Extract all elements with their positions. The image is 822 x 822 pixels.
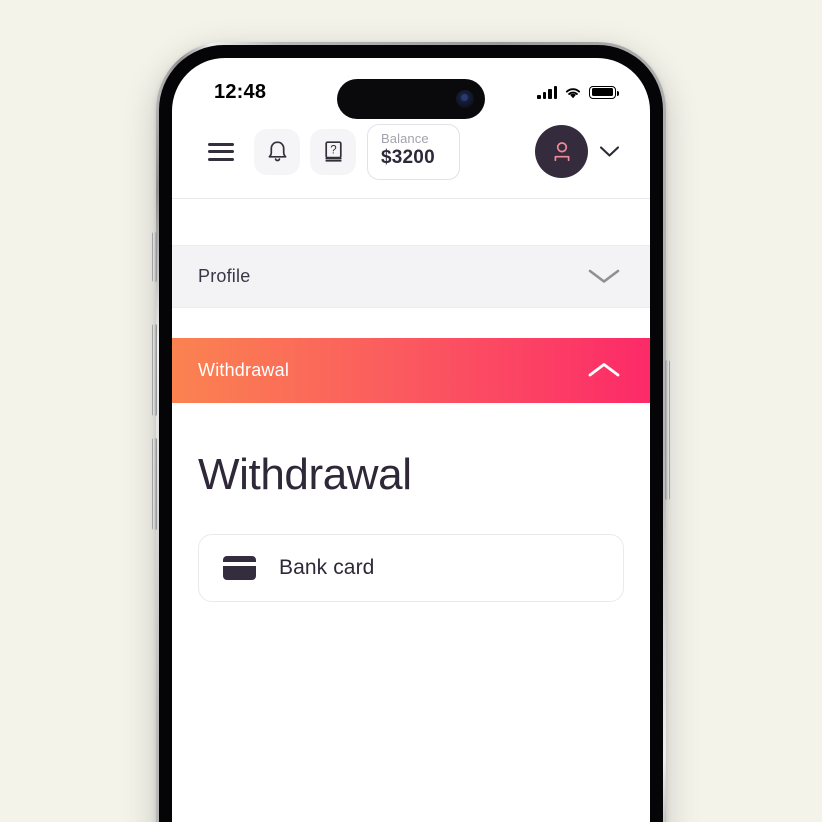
app-header: ? Balance $3200 bbox=[172, 116, 650, 198]
hamburger-menu-icon[interactable] bbox=[208, 142, 234, 161]
battery-icon bbox=[589, 85, 619, 99]
withdrawal-method-label: Bank card bbox=[279, 556, 375, 580]
nav-gap bbox=[172, 307, 650, 338]
front-camera-icon bbox=[456, 90, 474, 108]
sidebar-item-label: Withdrawal bbox=[198, 359, 290, 380]
chevron-down-icon bbox=[599, 146, 620, 157]
withdrawal-method-list: Bank card bbox=[198, 534, 624, 603]
status-bar-time: 12:48 bbox=[214, 80, 267, 103]
avatar[interactable] bbox=[535, 125, 588, 179]
chevron-down-icon bbox=[588, 269, 620, 284]
sidebar-item-label: Profile bbox=[198, 265, 251, 286]
bank-card-icon bbox=[223, 556, 256, 581]
account-controls bbox=[535, 125, 624, 179]
phone-bezel: 12:48 ? Balance $3200 Profile Withdrawal… bbox=[159, 45, 663, 822]
balance-label: Balance bbox=[381, 131, 429, 146]
sidebar-item-withdrawal[interactable]: Withdrawal bbox=[172, 337, 650, 403]
dynamic-island bbox=[337, 79, 485, 119]
power-button[interactable] bbox=[665, 360, 670, 500]
notifications-button[interactable] bbox=[254, 128, 300, 175]
svg-text:?: ? bbox=[330, 145, 336, 157]
balance-value: $3200 bbox=[381, 146, 435, 168]
cellular-signal-icon bbox=[537, 85, 557, 99]
help-button[interactable]: ? bbox=[310, 128, 356, 175]
accordion-nav: Profile Withdrawal bbox=[172, 244, 650, 403]
volume-down-button[interactable] bbox=[152, 438, 157, 530]
phone-screen: 12:48 ? Balance $3200 Profile Withdrawal… bbox=[172, 58, 650, 822]
status-bar-indicators bbox=[537, 85, 619, 99]
chevron-up-icon bbox=[588, 363, 620, 377]
action-button[interactable] bbox=[152, 232, 157, 282]
wifi-icon bbox=[565, 87, 581, 98]
balance-card[interactable]: Balance $3200 bbox=[367, 124, 460, 180]
page-title: Withdrawal bbox=[198, 449, 412, 499]
bell-icon bbox=[268, 141, 286, 162]
page-canvas: 12:48 ? Balance $3200 Profile Withdrawal… bbox=[0, 0, 822, 822]
book-question-icon: ? bbox=[324, 141, 342, 163]
withdrawal-method-bank-card[interactable]: Bank card bbox=[198, 534, 624, 603]
user-person-icon bbox=[554, 142, 569, 162]
volume-up-button[interactable] bbox=[152, 324, 157, 416]
account-menu-toggle[interactable] bbox=[595, 141, 624, 162]
phone-device-frame: 12:48 ? Balance $3200 Profile Withdrawal… bbox=[152, 42, 670, 822]
sidebar-item-profile[interactable]: Profile bbox=[172, 244, 650, 308]
nav-top-spacer bbox=[172, 198, 650, 245]
main-content: Withdrawal Bank card bbox=[172, 402, 650, 822]
